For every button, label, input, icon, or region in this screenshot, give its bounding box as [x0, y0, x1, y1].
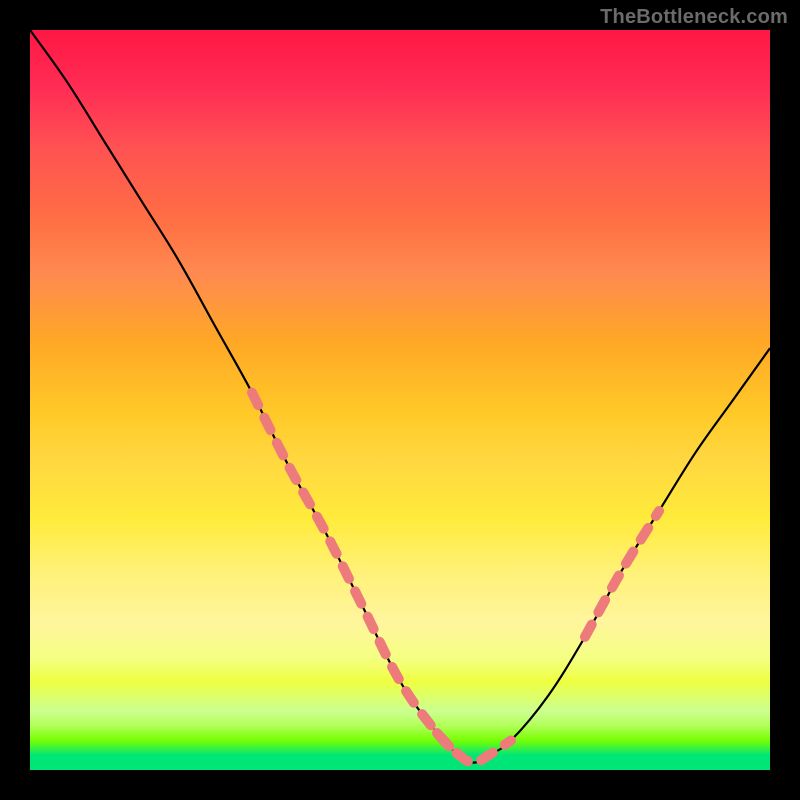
chart-svg: [30, 30, 770, 770]
dotted-overlay: [437, 733, 511, 763]
watermark-label: TheBottleneck.com: [600, 6, 788, 29]
curve-path: [30, 30, 770, 763]
curve-group: [30, 30, 770, 763]
dotted-overlay: [252, 393, 459, 756]
dots-group: [252, 393, 659, 763]
chart-container: TheBottleneck.com: [0, 0, 800, 800]
dotted-overlay: [585, 511, 659, 637]
plot-area: [30, 30, 770, 770]
